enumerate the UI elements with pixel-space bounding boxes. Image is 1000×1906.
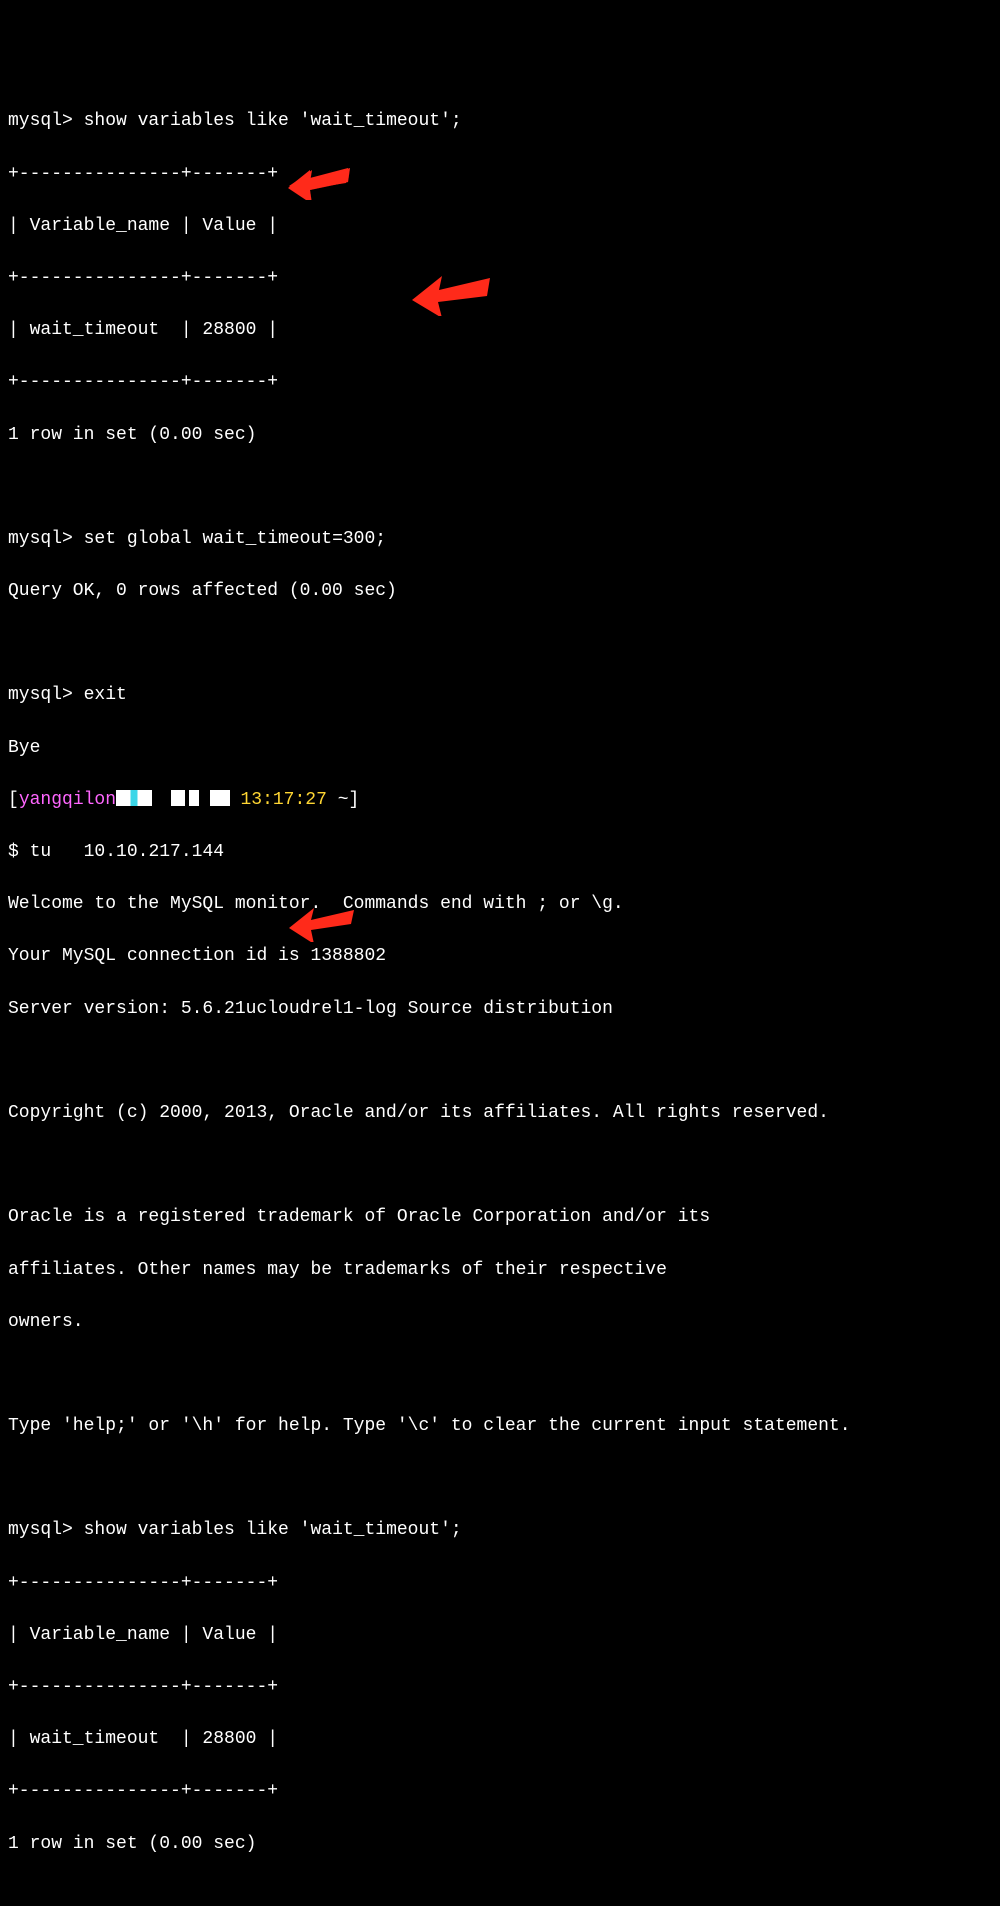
arrow-annotation-icon — [408, 216, 496, 342]
mysql-cmd-line-3[interactable]: mysql> exit — [8, 682, 992, 708]
bye-message: Bye — [8, 735, 992, 761]
censored-text — [171, 790, 185, 806]
mysql-prompt: mysql> — [8, 529, 73, 549]
blank-line — [8, 1465, 992, 1491]
sql-command: exit — [84, 685, 127, 705]
copyright-line: Copyright (c) 2000, 2013, Oracle and/or … — [8, 1100, 992, 1126]
table-border: +---------------+-------+ — [8, 1674, 992, 1700]
blank-line — [8, 1048, 992, 1074]
row-summary: 1 row in set (0.00 sec) — [8, 422, 992, 448]
legal-line: affiliates. Other names may be trademark… — [8, 1257, 992, 1283]
mysql-prompt: mysql> — [8, 1520, 73, 1540]
table-border: +---------------+-------+ — [8, 1570, 992, 1596]
blank-line — [8, 474, 992, 500]
shell-path: ~ — [338, 790, 349, 810]
open-bracket: [ — [8, 790, 19, 810]
arrow-annotation-icon — [286, 112, 354, 226]
mysql-prompt: mysql> — [8, 685, 73, 705]
legal-line: Oracle is a registered trademark of Orac… — [8, 1204, 992, 1230]
shell-user: yangqilon — [19, 790, 116, 810]
table-row: | wait_timeout | 28800 | — [8, 1726, 992, 1752]
sql-command: show variables like 'wait_timeout'; — [84, 111, 462, 131]
blank-line — [8, 1361, 992, 1387]
mysql-welcome: Welcome to the MySQL monitor. Commands e… — [8, 891, 992, 917]
table-border: +---------------+-------+ — [8, 1778, 992, 1804]
blank-line — [8, 1152, 992, 1178]
shell-command: tu 10.10.217.144 — [30, 842, 224, 862]
table-border: +---------------+-------+ — [8, 265, 992, 291]
shell-time: 13:17:27 — [240, 790, 326, 810]
help-line: Type 'help;' or '\h' for help. Type '\c'… — [8, 1413, 992, 1439]
mysql-conn-id: Your MySQL connection id is 1388802 — [8, 943, 992, 969]
table-border: +---------------+-------+ — [8, 161, 992, 187]
mysql-cmd-line-2[interactable]: mysql> set global wait_timeout=300; — [8, 526, 992, 552]
mysql-version: Server version: 5.6.21ucloudrel1-log Sou… — [8, 996, 992, 1022]
arrow-annotation-icon — [286, 850, 360, 968]
table-border: +---------------+-------+ — [8, 369, 992, 395]
censored-text — [116, 790, 152, 806]
table-header: | Variable_name | Value | — [8, 213, 992, 239]
table-header: | Variable_name | Value | — [8, 1622, 992, 1648]
table-row: | wait_timeout | 28800 | — [8, 317, 992, 343]
query-result: Query OK, 0 rows affected (0.00 sec) — [8, 578, 992, 604]
censored-text — [210, 790, 230, 806]
sql-command: set global wait_timeout=300; — [84, 529, 386, 549]
shell-prompt-line[interactable]: [yangqilon 13:17:27 ~] — [8, 787, 992, 813]
close-bracket: ] — [349, 790, 360, 810]
mysql-cmd-line-4[interactable]: mysql> show variables like 'wait_timeout… — [8, 1517, 992, 1543]
shell-dollar: $ — [8, 842, 19, 862]
sql-command: show variables like 'wait_timeout'; — [84, 1520, 462, 1540]
mysql-cmd-line-1[interactable]: mysql> show variables like 'wait_timeout… — [8, 108, 992, 134]
mysql-prompt: mysql> — [8, 111, 73, 131]
censored-text — [189, 790, 199, 806]
row-summary: 1 row in set (0.00 sec) — [8, 1831, 992, 1857]
legal-line: owners. — [8, 1309, 992, 1335]
shell-cmd-line[interactable]: $ tu 10.10.217.144 — [8, 839, 992, 865]
blank-line — [8, 630, 992, 656]
